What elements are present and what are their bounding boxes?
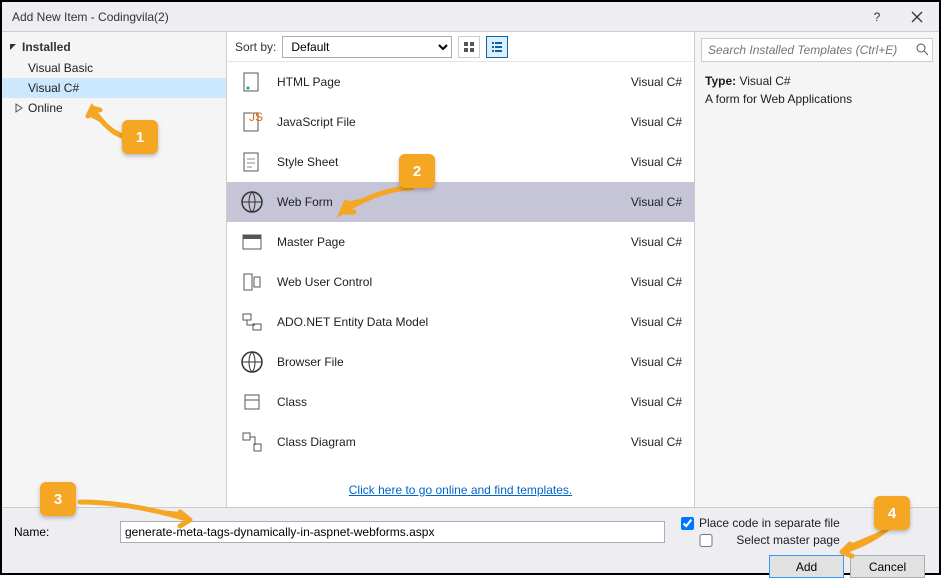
title-bar: Add New Item - Codingvila(2) ? — [2, 2, 939, 32]
template-label: ADO.NET Entity Data Model — [277, 315, 619, 329]
main-area: Installed Visual Basic Visual C# Online … — [2, 32, 939, 507]
template-lang: Visual C# — [631, 315, 682, 329]
template-ado-net-entity[interactable]: ADO.NET Entity Data Model Visual C# — [227, 302, 694, 342]
template-panel: Sort by: Default HTML Page Visual C# JS … — [227, 32, 694, 507]
template-web-user-control[interactable]: Web User Control Visual C# — [227, 262, 694, 302]
installed-group[interactable]: Installed — [2, 36, 226, 58]
template-label: Web Form — [277, 195, 619, 209]
window-title: Add New Item - Codingvila(2) — [12, 10, 857, 24]
callout-1: 1 — [122, 120, 158, 154]
template-details: Type: Visual C# A form for Web Applicati… — [695, 68, 939, 112]
svg-text:JS: JS — [249, 111, 263, 124]
online-templates-link[interactable]: Click here to go online and find templat… — [349, 483, 572, 497]
sidebar-item-visual-basic[interactable]: Visual Basic — [2, 58, 226, 78]
template-lang: Visual C# — [631, 355, 682, 369]
browser-icon — [239, 349, 265, 375]
template-label: HTML Page — [277, 75, 619, 89]
callout-2-arrow — [332, 182, 422, 225]
webform-icon — [239, 189, 265, 215]
callout-2: 2 — [399, 154, 435, 188]
template-label: Class — [277, 395, 619, 409]
sort-bar: Sort by: Default — [227, 32, 694, 62]
type-label: Type: — [705, 74, 736, 88]
template-class[interactable]: Class Visual C# — [227, 382, 694, 422]
view-tiles-button[interactable] — [458, 36, 480, 58]
usercontrol-icon — [239, 269, 265, 295]
classdiagram-icon — [239, 429, 265, 455]
sort-by-label: Sort by: — [235, 40, 276, 54]
help-button[interactable]: ? — [857, 3, 897, 31]
template-label: Browser File — [277, 355, 619, 369]
online-label: Online — [28, 101, 63, 115]
class-icon — [239, 389, 265, 415]
sidebar-item-visual-csharp[interactable]: Visual C# — [2, 78, 226, 98]
entity-icon — [239, 309, 265, 335]
place-code-label: Place code in separate file — [699, 516, 840, 530]
search-input[interactable] — [701, 38, 933, 62]
template-label: Style Sheet — [277, 155, 619, 169]
template-lang: Visual C# — [631, 435, 682, 449]
online-templates-link-row: Click here to go online and find templat… — [227, 473, 694, 507]
template-lang: Visual C# — [631, 235, 682, 249]
js-icon: JS — [239, 109, 265, 135]
close-button[interactable] — [897, 3, 937, 31]
place-code-checkbox[interactable] — [681, 517, 694, 530]
css-icon — [239, 149, 265, 175]
template-lang: Visual C# — [631, 115, 682, 129]
sort-by-select[interactable]: Default — [282, 36, 452, 58]
template-label: Class Diagram — [277, 435, 619, 449]
template-browser-file[interactable]: Browser File Visual C# — [227, 342, 694, 382]
details-panel: Type: Visual C# A form for Web Applicati… — [694, 32, 939, 507]
template-list: HTML Page Visual C# JS JavaScript File V… — [227, 62, 694, 473]
search-box — [701, 38, 933, 62]
callout-3: 3 — [40, 482, 76, 516]
template-lang: Visual C# — [631, 75, 682, 89]
template-javascript-file[interactable]: JS JavaScript File Visual C# — [227, 102, 694, 142]
template-web-form[interactable]: Web Form Visual C# — [227, 182, 694, 222]
search-icon[interactable] — [915, 42, 929, 59]
select-master-checkbox[interactable] — [681, 534, 731, 547]
type-description: A form for Web Applications — [705, 92, 929, 106]
template-style-sheet[interactable]: Style Sheet Visual C# — [227, 142, 694, 182]
callout-4: 4 — [874, 496, 910, 530]
template-label: Web User Control — [277, 275, 619, 289]
template-master-page[interactable]: Master Page Visual C# — [227, 222, 694, 262]
template-lang: Visual C# — [631, 195, 682, 209]
installed-label: Installed — [22, 40, 71, 54]
template-lang: Visual C# — [631, 275, 682, 289]
place-code-checkbox-row[interactable]: Place code in separate file — [681, 516, 840, 530]
name-input[interactable] — [120, 521, 665, 543]
html-icon — [239, 69, 265, 95]
view-list-button[interactable] — [486, 36, 508, 58]
type-value: Visual C# — [739, 74, 790, 88]
template-label: Master Page — [277, 235, 619, 249]
masterpage-icon — [239, 229, 265, 255]
template-lang: Visual C# — [631, 395, 682, 409]
template-class-diagram[interactable]: Class Diagram Visual C# — [227, 422, 694, 462]
template-label: JavaScript File — [277, 115, 619, 129]
select-master-label: Select master page — [736, 533, 839, 547]
template-lang: Visual C# — [631, 155, 682, 169]
template-html-page[interactable]: HTML Page Visual C# — [227, 62, 694, 102]
select-master-checkbox-row[interactable]: Select master page — [681, 533, 840, 547]
callout-3-arrow — [70, 492, 200, 535]
